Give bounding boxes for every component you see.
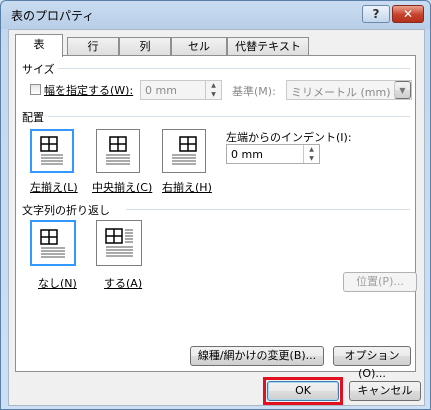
wrap-around-icon (105, 228, 133, 257)
wrapping-heading: 文字列の折り返し (22, 204, 110, 217)
wrap-around-label[interactable]: する(A) (104, 275, 142, 291)
cancel-button[interactable]: キャンセル (349, 381, 421, 401)
window-title: 表のプロパティ (11, 9, 95, 23)
ok-button[interactable]: OK (267, 381, 339, 401)
indent-value[interactable]: 0 mm (231, 148, 263, 161)
spin-up-icon[interactable]: ▲ (304, 145, 319, 154)
width-checkbox-label[interactable]: 幅を指定する(W): (44, 82, 133, 98)
table-tab-panel: サイズ 幅を指定する(W): 0 mm ▲ ▼ 基準(M): ミリメートル (m… (15, 55, 417, 380)
wrap-none-label[interactable]: なし(N) (38, 275, 77, 291)
wrap-none-icon (40, 229, 65, 258)
basis-combobox: ミリメートル (mm) ▼ (286, 80, 412, 100)
size-heading: サイズ (22, 63, 55, 76)
spin-down-icon: ▼ (211, 91, 216, 98)
spin-down-icon[interactable]: ▼ (304, 154, 319, 163)
align-left-option[interactable] (30, 129, 74, 173)
width-checkbox[interactable] (30, 84, 41, 95)
close-button[interactable]: ✕ (392, 5, 424, 23)
tab-table[interactable]: 表 (15, 34, 63, 57)
position-button[interactable]: 位置(P)... (343, 272, 417, 292)
align-center-label[interactable]: 中央揃え(C) (92, 179, 152, 195)
dialog-client: 表 行 列 セル 代替テキスト サイズ 幅を指定する(W): 0 mm ▲ ▼ … (8, 29, 425, 406)
help-button[interactable]: ? (362, 5, 390, 23)
width-spinner-arrows: ▲ ▼ (205, 81, 221, 99)
basis-value: ミリメートル (mm) (291, 86, 391, 99)
alignment-separator (48, 116, 410, 117)
align-right-option[interactable] (162, 129, 206, 173)
indent-label: 左端からのインデント(I): (226, 131, 352, 144)
width-value: 0 mm (145, 84, 177, 97)
spin-up-icon: ▲ (211, 82, 216, 89)
align-right-label[interactable]: 右揃え(H) (162, 179, 212, 195)
title-bar[interactable]: 表のプロパティ ? ✕ (1, 1, 430, 29)
wrap-around-option[interactable] (96, 220, 142, 266)
tab-alt-text[interactable]: 代替テキスト (227, 37, 309, 55)
width-spinner: 0 mm ▲ ▼ (140, 80, 222, 100)
align-left-icon (40, 136, 63, 165)
wrapping-separator (126, 209, 410, 210)
wrap-none-option[interactable] (30, 220, 76, 266)
basis-label: 基準(M): (232, 85, 276, 98)
align-center-icon (106, 136, 130, 165)
align-left-label[interactable]: 左揃え(L) (30, 179, 78, 195)
indent-spinner-arrows[interactable]: ▲ ▼ (303, 145, 319, 163)
alignment-heading: 配置 (22, 111, 44, 124)
indent-spinner[interactable]: 0 mm ▲ ▼ (226, 144, 320, 164)
size-separator (58, 68, 410, 69)
tab-row[interactable]: 行 (67, 37, 119, 55)
tab-cell[interactable]: セル (171, 37, 227, 55)
borders-shading-button[interactable]: 線種/網かけの変更(B)... (190, 346, 324, 366)
align-center-option[interactable] (96, 129, 140, 173)
options-button[interactable]: オプション(O)... (333, 346, 411, 380)
dialog-window: 表のプロパティ ? ✕ 表 行 列 セル 代替テキスト サイズ 幅を指定する(W… (0, 0, 431, 410)
chevron-down-icon: ▼ (394, 81, 411, 99)
tab-column[interactable]: 列 (119, 37, 171, 55)
align-right-icon (172, 136, 197, 165)
